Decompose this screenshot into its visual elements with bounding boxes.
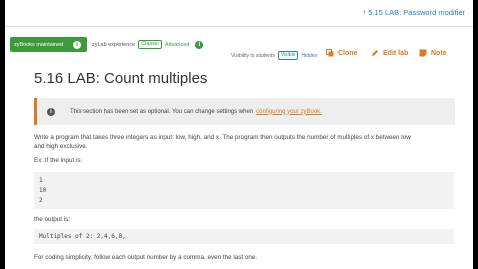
edit-lab-button[interactable]: Edit lab — [371, 49, 408, 57]
example-output-block: Multiples of 2: 2,4,6,8, — [34, 229, 454, 244]
example-label: Ex: If the input is: — [34, 157, 83, 164]
edit-lab-label: Edit lab — [383, 49, 409, 57]
output-line: Multiples of 2: 2,4,6,8, — [39, 233, 126, 240]
clone-label: Clone — [338, 49, 358, 57]
next-section-link[interactable]: ↑ 5.15 LAB: Password modifier — [362, 8, 465, 17]
next-section-label: 5.15 LAB: Password modifier — [368, 8, 465, 17]
visibility-toggle: Visibility to students Visible Hidden — [231, 51, 317, 60]
configure-zybook-link[interactable]: configuring your zyBook. — [256, 109, 322, 115]
zybook-page: ↑ 5.15 LAB: Password modifier zyBooks ma… — [5, 0, 473, 269]
note-button[interactable]: Note — [419, 49, 447, 57]
lab-toolbar: zyBooks maintained i zyLab experience Cl… — [5, 27, 473, 60]
clone-button[interactable]: Clone — [326, 49, 357, 57]
input-line: 1 — [39, 177, 43, 184]
example-input-block: 1 10 2 — [34, 172, 454, 209]
arrow-up-icon: ↑ — [362, 7, 367, 17]
top-nav-bar: ↑ 5.15 LAB: Password modifier — [5, 0, 473, 27]
output-label: the output is: — [34, 216, 71, 223]
experience-switch: zyLab experience Classic Advanced i — [92, 40, 204, 49]
visibility-label: Visibility to students — [231, 52, 275, 59]
clone-icon — [326, 49, 334, 57]
maintained-badge[interactable]: zyBooks maintained i — [10, 37, 87, 52]
input-line: 10 — [39, 187, 47, 194]
simplicity-note: For coding simplicity, follow each outpu… — [34, 254, 258, 261]
visible-option[interactable]: Visible — [277, 51, 299, 60]
advanced-option[interactable]: Advanced — [165, 42, 189, 48]
info-icon: i — [47, 107, 55, 116]
page-title: 5.16 LAB: Count multiples — [34, 70, 208, 87]
notice-text: This section has been set as optional. Y… — [70, 108, 254, 115]
note-label: Note — [431, 49, 447, 57]
hidden-option[interactable]: Hidden — [301, 53, 317, 59]
note-icon — [419, 49, 427, 57]
info-icon[interactable]: i — [73, 40, 81, 49]
maintained-badge-label: zyBooks maintained — [14, 41, 64, 48]
intro-line-2: and high exclusive. — [34, 143, 88, 150]
info-icon[interactable]: i — [195, 40, 204, 49]
experience-label: zyLab experience — [92, 41, 136, 48]
optional-notice: i This section has been set as optional.… — [34, 98, 455, 125]
pencil-icon — [372, 50, 378, 56]
intro-line-1: Write a program that takes three integer… — [34, 134, 411, 141]
input-line: 2 — [39, 197, 43, 204]
classic-option[interactable]: Classic — [138, 40, 162, 49]
